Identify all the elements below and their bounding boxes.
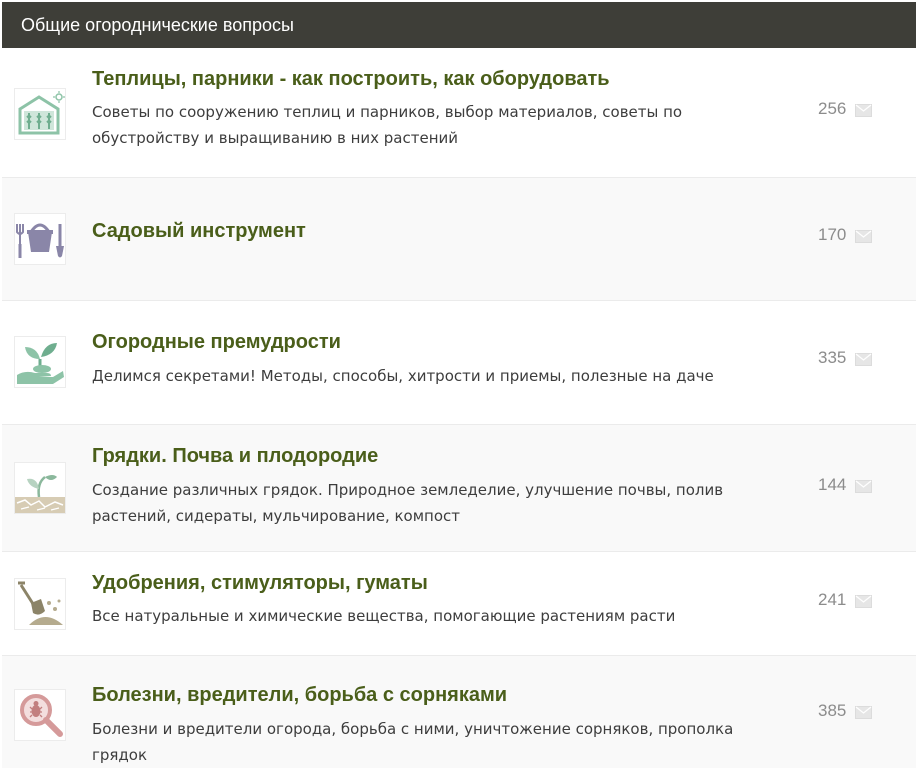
garden-tools-icon[interactable] bbox=[14, 213, 66, 265]
forum-title[interactable]: Болезни, вредители, борьба с сорняками bbox=[92, 684, 507, 707]
forum-description: Все натуральные и химические вещества, п… bbox=[92, 607, 676, 625]
forum-row-garden-tools[interactable]: Садовый инструмент 170 bbox=[2, 178, 916, 301]
topic-count: 256 bbox=[818, 99, 847, 118]
forum-section: Общие огороднические вопросы Теплицы, па… bbox=[0, 0, 916, 768]
envelope-icon bbox=[855, 595, 872, 608]
forum-description: Советы по сооружению теплиц и парников, … bbox=[92, 103, 683, 147]
soil-sprout-icon[interactable] bbox=[14, 462, 66, 514]
pest-magnifier-icon[interactable] bbox=[14, 689, 66, 741]
forum-title[interactable]: Удобрения, стимуляторы, гуматы bbox=[92, 572, 428, 595]
forum-title[interactable]: Теплицы, парники - как построить, как об… bbox=[92, 68, 610, 91]
topic-count: 170 bbox=[818, 225, 847, 244]
sprout-hand-icon[interactable] bbox=[14, 336, 66, 388]
shovel-fertilizer-icon[interactable] bbox=[14, 578, 66, 630]
forum-list: Теплицы, парники - как построить, как об… bbox=[2, 48, 916, 768]
greenhouse-icon[interactable] bbox=[14, 88, 66, 140]
forum-title[interactable]: Грядки. Почва и плодородие bbox=[92, 445, 378, 468]
forum-title[interactable]: Огородные премудрости bbox=[92, 331, 341, 354]
envelope-icon bbox=[855, 706, 872, 719]
forum-row-garden-wisdom[interactable]: Огородные премудрости Делимся секретами!… bbox=[2, 301, 916, 425]
forum-row-greenhouses[interactable]: Теплицы, парники - как построить, как об… bbox=[2, 48, 916, 178]
forum-row-fertilizers[interactable]: Удобрения, стимуляторы, гуматы Все натур… bbox=[2, 552, 916, 656]
forum-description: Создание различных грядок. Природное зем… bbox=[92, 481, 724, 525]
forum-description: Делимся секретами! Методы, способы, хитр… bbox=[92, 367, 714, 385]
topic-count: 144 bbox=[818, 475, 847, 494]
envelope-icon bbox=[855, 104, 872, 117]
topic-count: 335 bbox=[818, 348, 847, 367]
forum-description: Болезни и вредители огорода, борьба с ни… bbox=[92, 720, 734, 764]
envelope-icon bbox=[855, 480, 872, 493]
forum-title[interactable]: Садовый инструмент bbox=[92, 220, 306, 243]
section-header: Общие огороднические вопросы bbox=[2, 2, 916, 48]
envelope-icon bbox=[855, 353, 872, 366]
envelope-icon bbox=[855, 230, 872, 243]
forum-row-garden-beds[interactable]: Грядки. Почва и плодородие Создание разл… bbox=[2, 425, 916, 552]
forum-row-pests[interactable]: Болезни, вредители, борьба с сорняками Б… bbox=[2, 656, 916, 768]
topic-count: 241 bbox=[818, 590, 847, 609]
topic-count: 385 bbox=[818, 701, 847, 720]
